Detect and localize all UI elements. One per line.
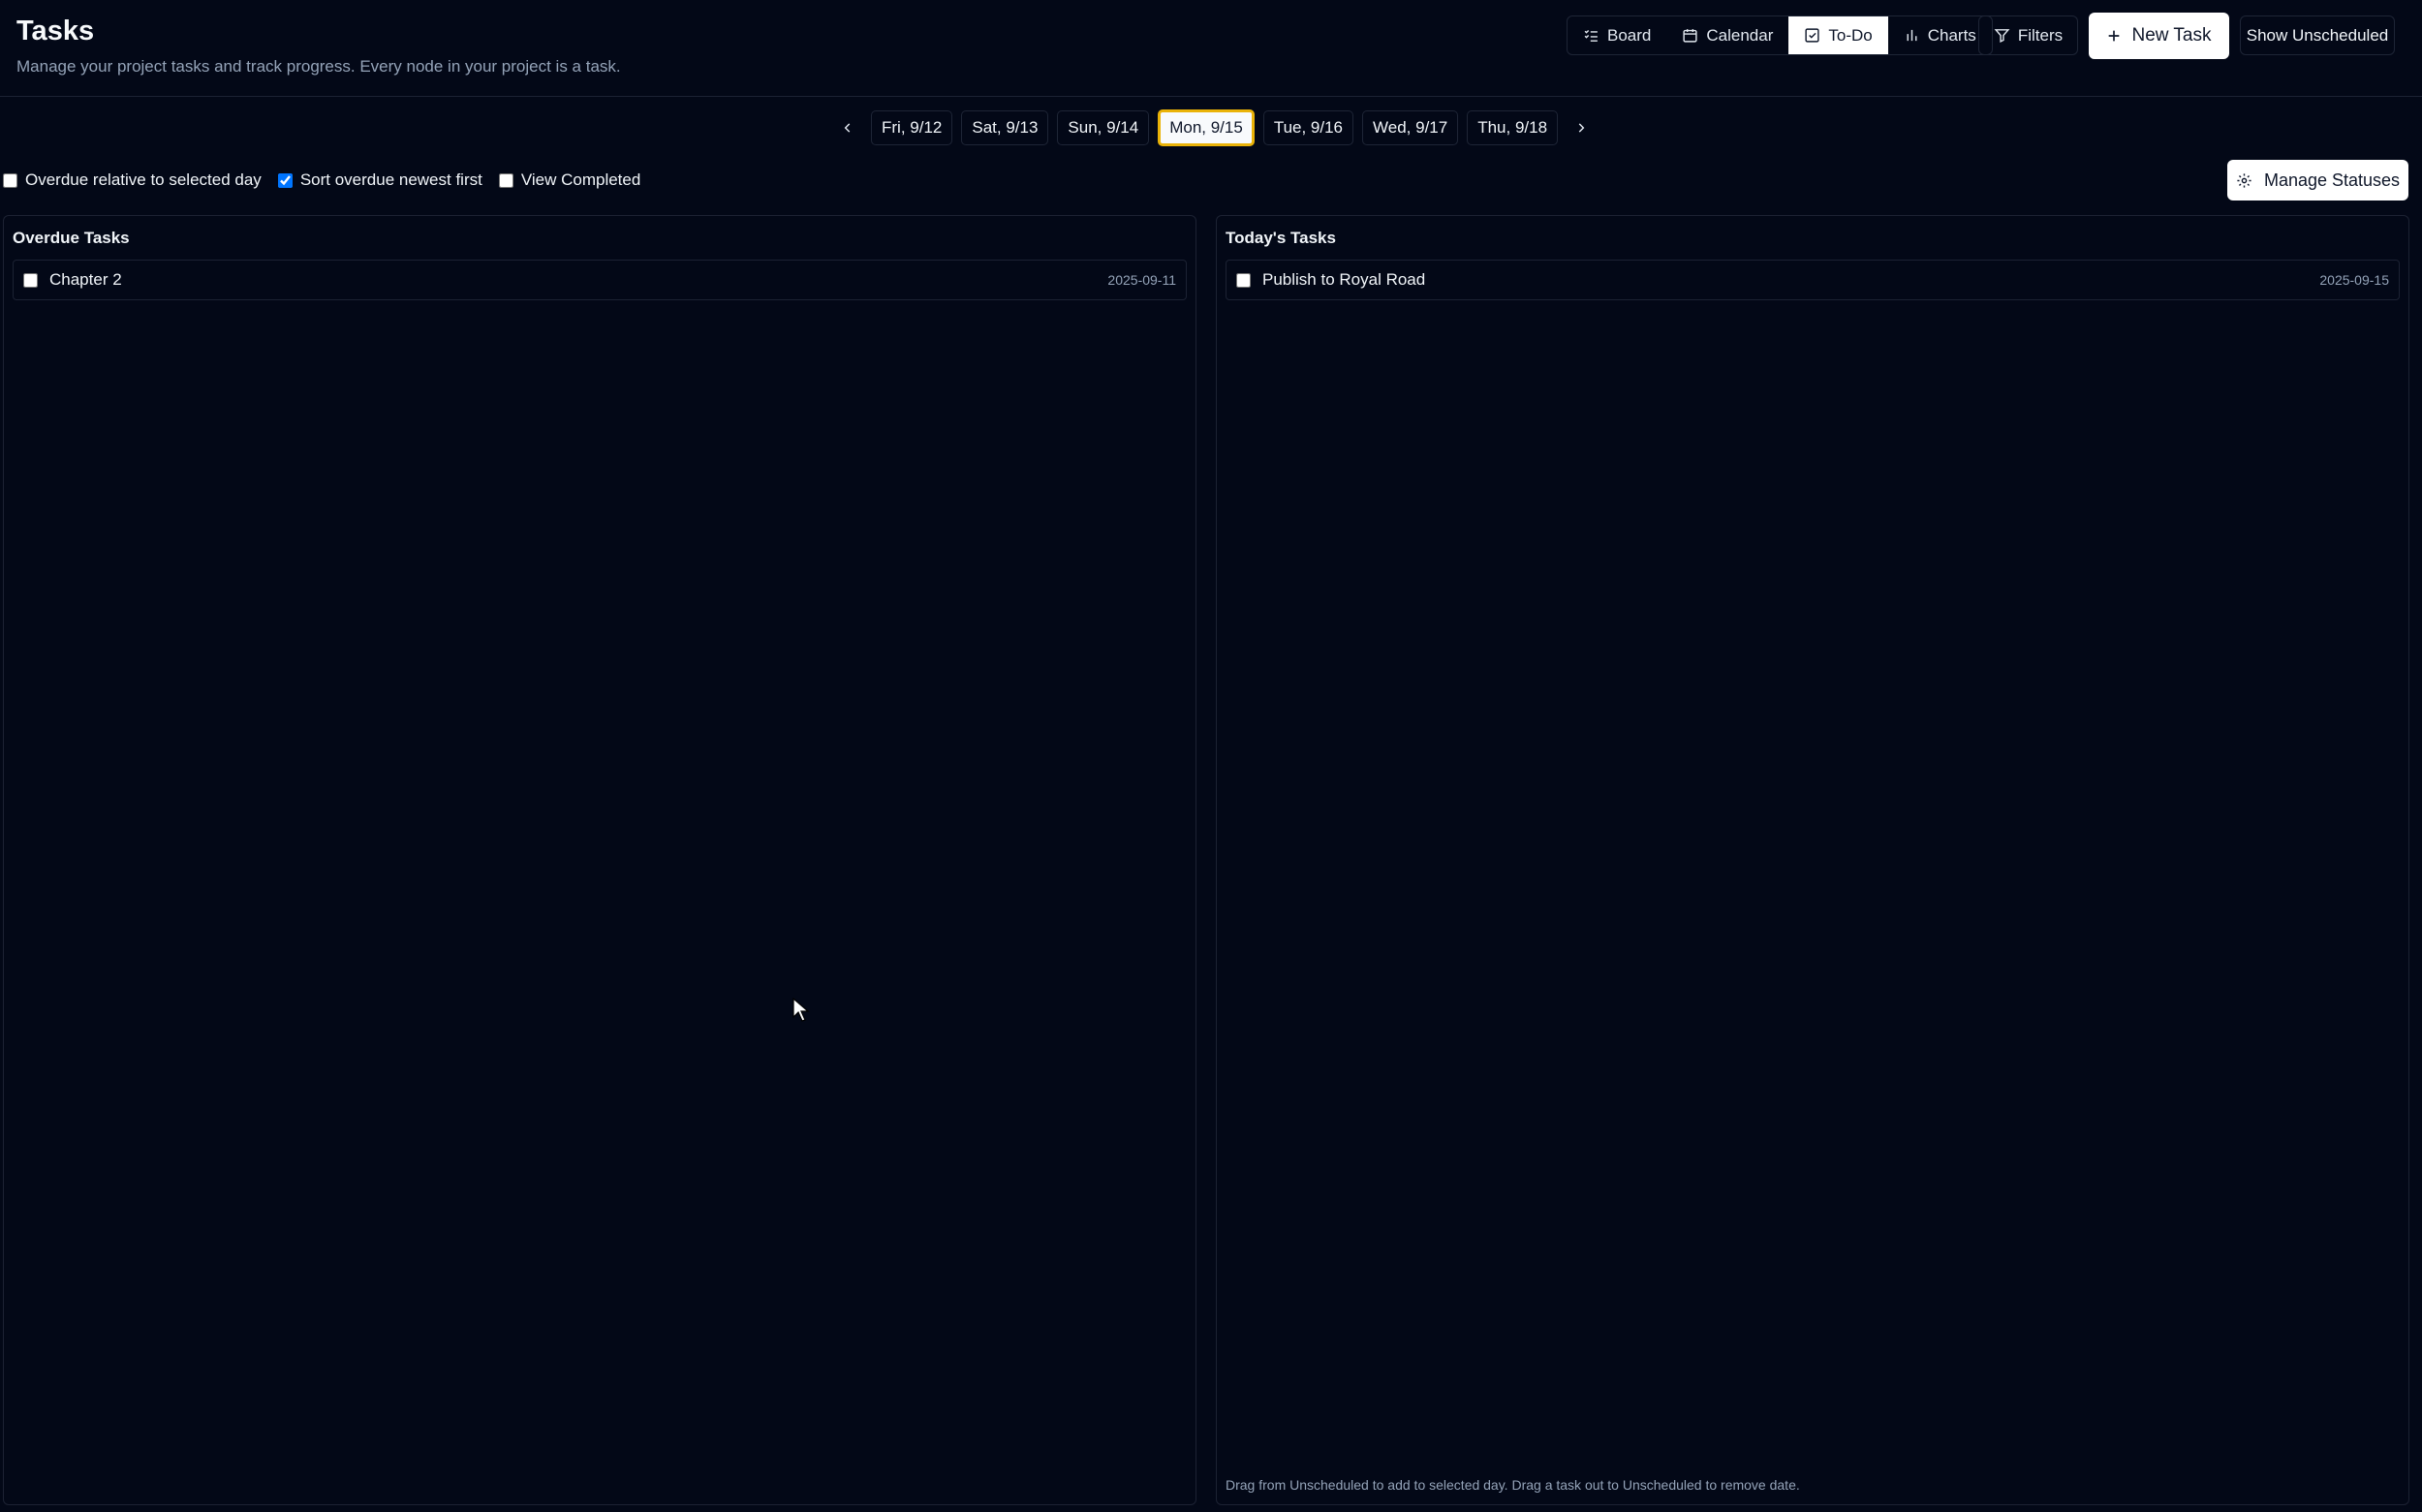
gear-icon <box>2237 172 2251 188</box>
task-name: Publish to Royal Road <box>1262 270 1426 289</box>
sort-overdue-checkbox[interactable] <box>277 172 293 188</box>
new-task-label: New Task <box>2131 25 2212 46</box>
sort-overdue-label: Sort overdue newest first <box>299 170 482 189</box>
todo-view-button[interactable]: To-Do <box>1788 16 1888 54</box>
page-title: Tasks <box>16 15 95 46</box>
charts-view-label: Charts <box>1927 25 1976 45</box>
drag-hint-text: Drag from Unscheduled to add to selected… <box>1226 1477 1800 1493</box>
next-days-button[interactable] <box>1567 109 1596 146</box>
filters-label: Filters <box>2017 25 2064 45</box>
day-button-thu[interactable]: Thu, 9/18 <box>1467 110 1559 145</box>
task-name: Chapter 2 <box>49 270 122 289</box>
view-completed-label: View Completed <box>520 170 641 189</box>
page-header: Tasks Manage your project tasks and trac… <box>0 0 2422 97</box>
calendar-view-label: Calendar <box>1706 25 1774 45</box>
day-button-wed[interactable]: Wed, 9/17 <box>1362 110 1459 145</box>
overdue-relative-option[interactable]: Overdue relative to selected day <box>0 170 262 190</box>
calendar-icon <box>1683 29 1697 43</box>
day-navigator: Fri, 9/12 Sat, 9/13 Sun, 9/14 Mon, 9/15 … <box>833 109 1596 146</box>
list-checks-icon <box>1584 30 1598 42</box>
task-checkbox[interactable] <box>23 272 38 288</box>
task-date: 2025-09-11 <box>1107 272 1176 288</box>
manage-statuses-button[interactable]: Manage Statuses <box>2227 160 2408 201</box>
show-unscheduled-button[interactable]: Show Unscheduled <box>2240 15 2395 55</box>
charts-view-button[interactable]: Charts <box>1888 16 1992 54</box>
plus-icon <box>2109 30 2120 42</box>
today-panel-title: Today's Tasks <box>1226 229 1336 247</box>
view-completed-option[interactable]: View Completed <box>496 170 640 190</box>
overdue-tasks-panel: Overdue Tasks Chapter 2 2025-09-11 <box>3 215 1196 1505</box>
task-row[interactable]: Publish to Royal Road 2025-09-15 <box>1226 260 2400 300</box>
bar-chart-icon <box>1907 29 1917 42</box>
previous-days-button[interactable] <box>833 109 862 146</box>
filters-button[interactable]: Filters <box>1978 15 2078 55</box>
page-subtitle: Manage your project tasks and track prog… <box>16 57 621 76</box>
view-options: Overdue relative to selected day Sort ov… <box>0 169 654 192</box>
day-button-tue[interactable]: Tue, 9/16 <box>1262 110 1354 145</box>
overdue-relative-checkbox[interactable] <box>3 172 17 188</box>
chevron-left-icon <box>844 123 851 133</box>
manage-statuses-label: Manage Statuses <box>2263 170 2401 190</box>
chevron-right-icon <box>1578 123 1585 133</box>
filter-icon <box>1994 29 2010 44</box>
calendar-view-button[interactable]: Calendar <box>1666 16 1788 54</box>
task-checkbox[interactable] <box>1236 272 1251 288</box>
day-button-sat[interactable]: Sat, 9/13 <box>961 110 1049 145</box>
view-switcher: Board Calendar To-Do Charts <box>1567 15 1993 55</box>
new-task-button[interactable]: New Task <box>2089 13 2229 59</box>
todo-view-label: To-Do <box>1828 25 1873 45</box>
task-row[interactable]: Chapter 2 2025-09-11 <box>13 260 1187 300</box>
board-view-label: Board <box>1607 25 1652 45</box>
view-completed-checkbox[interactable] <box>498 172 513 188</box>
day-button-fri[interactable]: Fri, 9/12 <box>871 110 953 145</box>
square-check-icon <box>1805 28 1819 43</box>
board-view-button[interactable]: Board <box>1568 16 1666 54</box>
day-button-mon-selected[interactable]: Mon, 9/15 <box>1158 109 1255 146</box>
day-button-sun[interactable]: Sun, 9/14 <box>1057 110 1150 145</box>
overdue-panel-title: Overdue Tasks <box>13 229 130 247</box>
overdue-relative-label: Overdue relative to selected day <box>25 170 262 189</box>
mouse-pointer-icon <box>792 998 810 1022</box>
sort-overdue-option[interactable]: Sort overdue newest first <box>275 170 482 190</box>
task-date: 2025-09-15 <box>2319 272 2389 288</box>
todays-tasks-panel: Today's Tasks Publish to Royal Road 2025… <box>1216 215 2409 1505</box>
